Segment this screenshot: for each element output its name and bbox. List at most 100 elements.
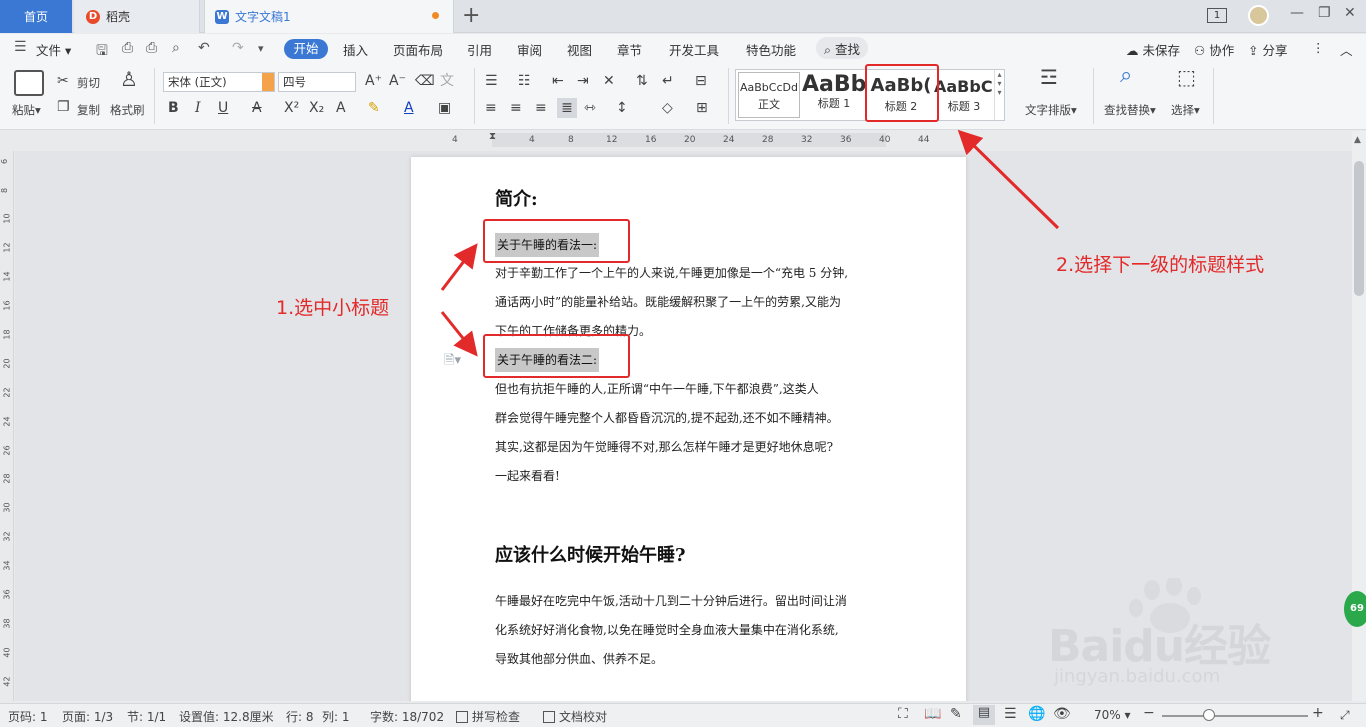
zoom-in-icon[interactable]: + — [1312, 705, 1324, 721]
outline-view-icon[interactable]: ☰ — [1004, 706, 1017, 722]
menu-features[interactable]: 特色功能 — [746, 40, 796, 59]
clear-format-icon[interactable]: ⌫ — [415, 74, 435, 88]
decrease-indent-icon[interactable]: ⇤ — [552, 74, 564, 88]
status-row[interactable]: 行: 8 — [286, 708, 314, 725]
tab-document[interactable]: W 文字文稿1 — [204, 0, 454, 33]
italic-icon[interactable]: I — [195, 101, 201, 115]
style-heading-3[interactable]: AaBbC( 标题 3 — [934, 72, 994, 118]
scroll-up-icon[interactable]: ▲ — [1354, 135, 1361, 145]
undo-icon[interactable]: ↶ — [198, 40, 210, 56]
new-tab-button[interactable]: + — [462, 3, 480, 28]
save-icon[interactable]: 🖫 — [96, 40, 108, 64]
menu-insert[interactable]: 插入 — [343, 40, 368, 59]
paragraph-3[interactable]: 午睡最好在吃完中午饭,活动十几到二十分钟后进行。留出时间让消 化系统好好消化食物… — [495, 587, 895, 674]
restore-icon[interactable]: ❐ — [1318, 5, 1331, 21]
menu-page-layout[interactable]: 页面布局 — [393, 40, 443, 59]
vertical-ruler[interactable]: 6 8 10 12 14 16 18 20 22 24 26 28 30 32 … — [0, 151, 14, 701]
font-color-icon[interactable]: A — [404, 101, 414, 115]
grow-font-icon[interactable]: A⁺ — [365, 74, 382, 88]
print-preview-icon[interactable]: ⌕ — [172, 40, 180, 56]
status-setting[interactable]: 设置值: 12.8厘米 — [179, 708, 274, 725]
increase-indent-icon[interactable]: ⇥ — [577, 74, 589, 88]
bold-icon[interactable]: B — [168, 101, 179, 115]
close-icon[interactable]: ✕ — [1344, 5, 1356, 21]
heading-intro[interactable]: 简介: — [495, 185, 538, 211]
status-section[interactable]: 节: 1/1 — [127, 708, 166, 725]
menu-chapter[interactable]: 章节 — [617, 40, 642, 59]
more-icon[interactable]: ⋮ — [1312, 40, 1325, 55]
bullet-list-icon[interactable]: ☰ — [485, 74, 498, 88]
justify-icon[interactable]: ≣ — [557, 98, 577, 118]
menu-start[interactable]: 开始 — [284, 39, 328, 59]
export-icon[interactable]: ⎙ — [122, 40, 133, 56]
menu-developer[interactable]: 开发工具 — [669, 40, 719, 59]
customize-toolbar-icon[interactable]: ▾ — [258, 42, 264, 55]
font-name-select[interactable]: 宋体 (正文) — [163, 72, 275, 92]
status-pages[interactable]: 页面: 1/3 — [62, 708, 113, 725]
align-center-icon[interactable]: ≡ — [510, 101, 522, 115]
chinese-layout-icon[interactable]: ✕ — [603, 74, 615, 88]
window-count-badge[interactable]: 1 — [1207, 8, 1227, 23]
sort-icon[interactable]: ⇅ — [636, 74, 648, 88]
highlight-icon[interactable]: ✎ — [368, 101, 380, 115]
strikethrough-icon[interactable]: A — [252, 101, 262, 115]
share-button[interactable]: ⇪ 分享 — [1248, 40, 1287, 59]
tab-home[interactable]: 首页 — [0, 0, 72, 33]
document-page[interactable]: 简介: 关于午睡的看法一: 对于辛勤工作了一个上午的人来说,午睡更加像是一个“充… — [411, 157, 966, 701]
select-button[interactable]: 选择▾ — [1171, 102, 1200, 118]
reading-mode-icon[interactable]: 📖 — [924, 706, 941, 722]
heading-when[interactable]: 应该什么时候开始午睡? — [495, 541, 686, 567]
page-view-icon[interactable]: ▤ — [973, 705, 995, 725]
zoom-slider-thumb[interactable] — [1203, 709, 1215, 721]
status-col[interactable]: 列: 1 — [322, 708, 350, 725]
subscript-icon[interactable]: X₂ — [309, 101, 324, 115]
borders-icon[interactable]: ⊞ — [696, 101, 708, 115]
scrollbar-thumb[interactable] — [1354, 161, 1364, 296]
redo-icon[interactable]: ↷ — [232, 40, 244, 56]
zoom-slider-track[interactable] — [1162, 715, 1308, 717]
status-page-no[interactable]: 页码: 1 — [8, 708, 48, 725]
status-word-count[interactable]: 字数: 18/702 — [370, 708, 444, 725]
style-heading-1[interactable]: AaBb 标题 1 — [802, 72, 866, 118]
numbered-list-icon[interactable]: ☷ — [518, 74, 531, 88]
format-painter-button[interactable]: 格式刷 — [110, 102, 145, 118]
vertical-scrollbar[interactable]: ▲ 69 — [1344, 131, 1366, 701]
print-icon[interactable]: ⎙ — [146, 40, 157, 56]
minimize-icon[interactable]: — — [1290, 5, 1304, 21]
line-spacing-icon[interactable]: ↕ — [616, 101, 628, 115]
paste-button[interactable]: 粘贴▾ — [12, 102, 41, 118]
font-size-select[interactable]: 四号 — [278, 72, 356, 92]
collapse-ribbon-icon[interactable]: ︿ — [1340, 40, 1353, 59]
cut-button[interactable]: 剪切 — [77, 75, 100, 91]
superscript-icon[interactable]: X² — [284, 101, 299, 115]
fullscreen-icon[interactable]: ⛶ — [898, 706, 908, 722]
indent-marker-icon[interactable]: ⧗ — [489, 131, 496, 142]
shading-icon[interactable]: ◇ — [662, 101, 673, 115]
paragraph-1[interactable]: 对于辛勤工作了一个上午的人来说,午睡更加像是一个“充电 5 分钟, 通话两小时”… — [495, 259, 895, 346]
paste-icon[interactable] — [14, 70, 44, 96]
menu-review[interactable]: 审阅 — [517, 40, 542, 59]
search-box[interactable]: ⌕ 查找 — [816, 37, 869, 59]
phonetic-icon[interactable]: 文 — [440, 74, 454, 88]
align-left-icon[interactable]: ≡ — [485, 101, 497, 115]
hamburger-icon[interactable]: ☰ — [14, 39, 27, 55]
unsaved-button[interactable]: ☁ 未保存 — [1126, 40, 1180, 59]
shrink-font-icon[interactable]: A⁻ — [389, 74, 406, 88]
write-mode-icon[interactable]: ✎ — [950, 706, 962, 722]
horizontal-ruler[interactable]: 4 4 8 12 16 20 24 28 32 36 40 44 ⧗ — [0, 131, 1352, 151]
tab-daoke[interactable]: D 稻壳 — [74, 0, 200, 33]
show-marks-icon[interactable]: ↵ — [662, 74, 674, 88]
eye-protect-icon[interactable]: 👁 — [1053, 706, 1071, 722]
fit-page-icon[interactable]: ⤢ — [1340, 708, 1350, 723]
web-view-icon[interactable]: 🌐 — [1028, 706, 1045, 722]
style-normal[interactable]: AaBbCcDd 正文 — [738, 72, 800, 118]
menu-references[interactable]: 引用 — [467, 40, 492, 59]
copy-button[interactable]: 复制 — [77, 102, 100, 118]
text-layout-button[interactable]: 文字排版▾ — [1025, 102, 1077, 118]
zoom-out-icon[interactable]: − — [1143, 705, 1155, 721]
align-right-icon[interactable]: ≡ — [535, 101, 547, 115]
text-effect-icon[interactable]: A — [336, 101, 346, 115]
find-replace-button[interactable]: 查找替换▾ — [1104, 102, 1156, 118]
collaborate-button[interactable]: ⚇ 协作 — [1194, 40, 1234, 59]
distribute-icon[interactable]: ⇿ — [584, 101, 596, 115]
